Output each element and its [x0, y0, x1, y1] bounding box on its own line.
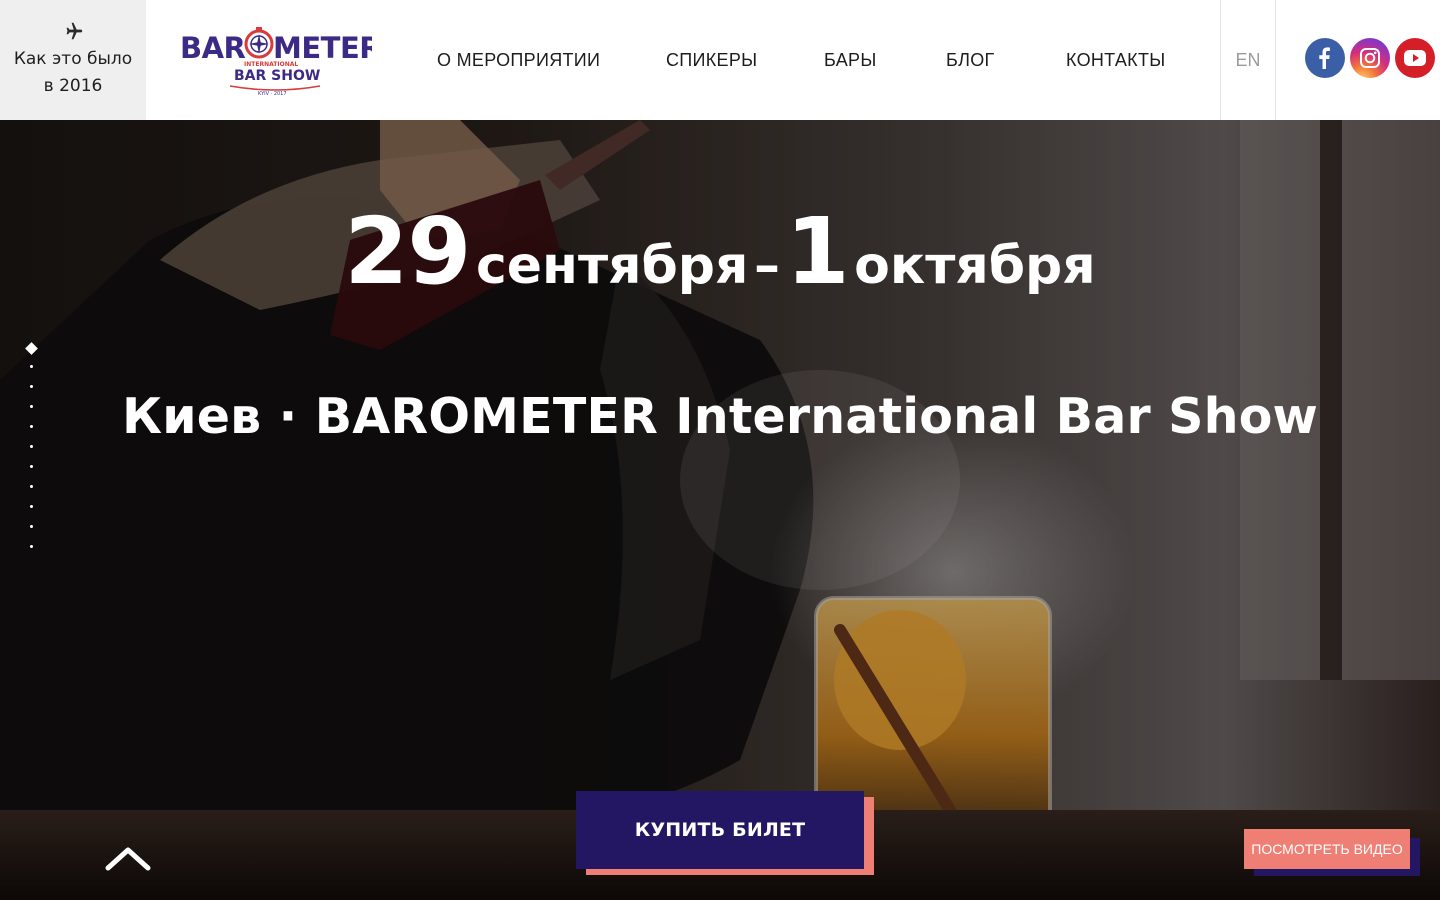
slide-dot[interactable] [30, 505, 33, 508]
nav-item-contacts[interactable]: КОНТАКТЫ [1066, 50, 1166, 71]
slide-dot[interactable] [30, 405, 33, 408]
back-link-label: Как это было в 2016 [13, 49, 133, 96]
barometer-logo[interactable]: BAR METER INTERNATIONAL BAR SHOW KYIV · … [178, 24, 372, 100]
watch-video-button[interactable]: ПОСМОТРЕТЬ ВИДЕО [1244, 829, 1410, 869]
scroll-up-chevron-icon[interactable] [104, 842, 152, 874]
end-month: октября [854, 236, 1096, 296]
nav-item-about[interactable]: О МЕРОПРИЯТИИ [437, 50, 600, 71]
site-header: Как это было в 2016 BAR METER INTERNATIO… [0, 0, 1440, 120]
svg-text:METER: METER [273, 31, 372, 65]
svg-text:INTERNATIONAL: INTERNATIONAL [244, 61, 298, 68]
slide-dot[interactable] [30, 425, 33, 428]
hero-subtitle: Киев · BAROMETER International Bar Show [121, 388, 1319, 445]
svg-text:KYIV · 2017: KYIV · 2017 [258, 91, 287, 97]
slide-dot[interactable] [30, 485, 33, 488]
instagram-link[interactable] [1350, 38, 1390, 78]
date-separator: – [754, 236, 780, 296]
airplane-icon [66, 22, 83, 40]
end-day: 1 [785, 198, 850, 305]
youtube-link[interactable] [1395, 38, 1435, 78]
facebook-icon [1319, 47, 1330, 69]
instagram-icon [1360, 48, 1380, 68]
svg-text:BAR: BAR [180, 31, 246, 65]
slide-dot[interactable] [30, 525, 33, 528]
slide-dot[interactable] [30, 365, 33, 368]
language-switch[interactable]: EN [1220, 0, 1276, 120]
back-to-2016-link[interactable]: Как это было в 2016 [0, 0, 146, 120]
start-day: 29 [344, 198, 471, 305]
buy-ticket-button[interactable]: КУПИТЬ БИЛЕТ [576, 791, 864, 869]
event-dates: 29 сентября – 1 октября [0, 198, 1440, 305]
nav-item-blog[interactable]: БЛОГ [946, 50, 995, 71]
youtube-icon [1404, 50, 1426, 66]
hero-section: 29 сентября – 1 октября Киев · BAROMETER… [0, 120, 1440, 900]
start-month: сентября [475, 236, 749, 296]
slide-dot[interactable] [30, 445, 33, 448]
nav-item-bars[interactable]: БАРЫ [824, 50, 877, 71]
slide-dot[interactable] [30, 465, 33, 468]
facebook-link[interactable] [1305, 38, 1345, 78]
nav-item-speakers[interactable]: СПИКЕРЫ [666, 50, 757, 71]
svg-text:BAR SHOW: BAR SHOW [234, 68, 320, 84]
slide-dot[interactable] [30, 385, 33, 388]
slide-dot[interactable] [30, 545, 33, 548]
